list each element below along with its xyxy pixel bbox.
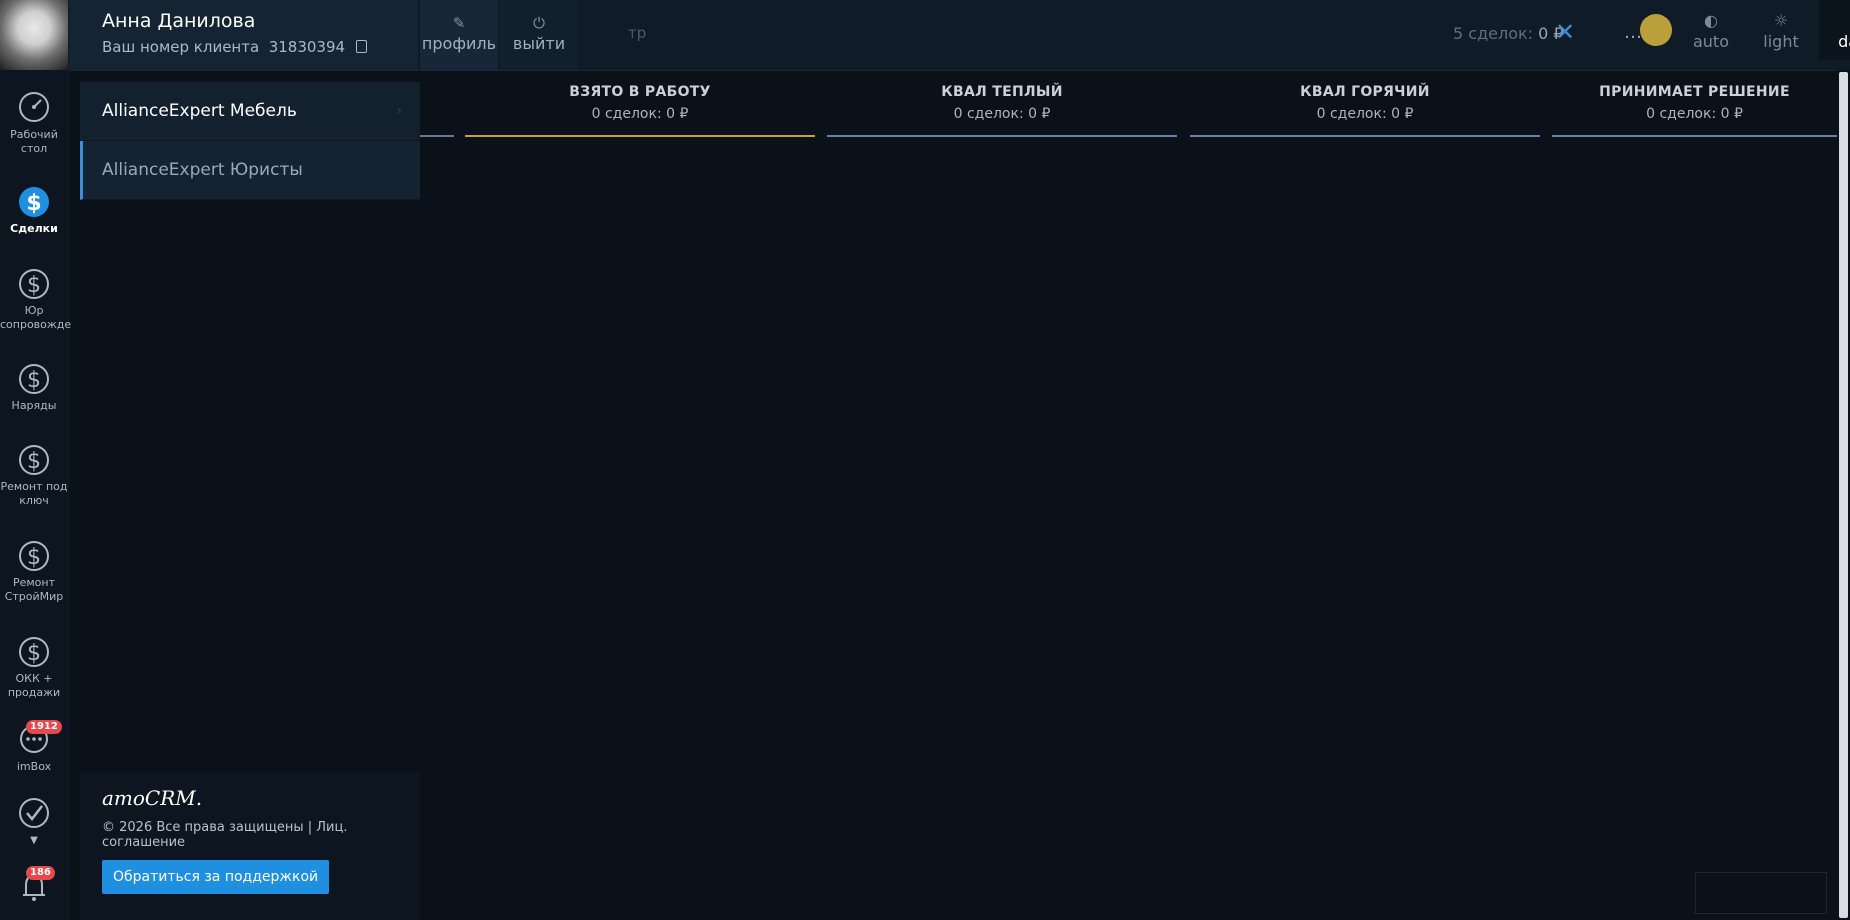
column-title: КВАЛ ТЕПЛЫЙ bbox=[941, 84, 1063, 100]
notifications-badge: 186 bbox=[26, 866, 55, 880]
svg-text:$: $ bbox=[27, 641, 41, 666]
nav-label-orders: Наряды bbox=[11, 399, 57, 412]
partial-column-bar bbox=[420, 135, 454, 137]
chevron-right-icon: › bbox=[396, 103, 402, 119]
power-icon: ⏻ bbox=[533, 14, 545, 32]
pipeline-dropdown: AllianceExpert Мебель › AllianceExpert Ю… bbox=[80, 82, 420, 200]
close-icon[interactable]: ✕ bbox=[1555, 20, 1575, 44]
user-name: Анна Данилова bbox=[102, 10, 256, 32]
nav-item-dashboard[interactable]: Рабочий стол bbox=[0, 90, 68, 156]
copy-icon[interactable] bbox=[355, 40, 367, 53]
column-summary: 0 сделок: 0 ₽ bbox=[591, 106, 689, 122]
profile-button[interactable]: ✎ профиль bbox=[420, 0, 498, 70]
support-button[interactable]: Обратиться за поддержкой bbox=[102, 860, 330, 894]
dollar-icon: $ bbox=[19, 637, 49, 667]
nav-item-turnkey[interactable]: $ Ремонт под ключ bbox=[0, 438, 68, 508]
cursor-highlight bbox=[1640, 14, 1672, 46]
nav-item-notifications[interactable]: 186 bbox=[0, 866, 68, 910]
amocrm-logo: amoCRM. bbox=[102, 786, 203, 810]
dropdown-item-yuristy[interactable]: AllianceExpert Юристы bbox=[80, 141, 420, 200]
tasks-check-icon bbox=[19, 798, 49, 828]
profile-button-label: профиль bbox=[421, 34, 497, 53]
pipeline-column-hot: КВАЛ ГОРЯЧИЙ 0 сделок: 0 ₽ bbox=[1190, 84, 1540, 137]
dropdown-item-mebel[interactable]: AllianceExpert Мебель › bbox=[80, 82, 420, 141]
pipeline-column-decision: ПРИНИМАЕТ РЕШЕНИЕ 0 сделок: 0 ₽ bbox=[1552, 84, 1837, 137]
sidebar-footer: amoCRM. © 2026 Все права защищены | Лиц.… bbox=[80, 772, 420, 920]
dollar-icon: $ bbox=[19, 364, 49, 394]
nav-label-okk: ОКК + продажи bbox=[7, 672, 61, 699]
nav-item-deals[interactable]: $ Сделки bbox=[0, 180, 68, 236]
svg-text:$: $ bbox=[27, 545, 41, 570]
scrollbar-thumb[interactable] bbox=[1839, 72, 1848, 918]
column-bar bbox=[1190, 135, 1540, 137]
nav-expand-arrow-icon[interactable]: ▼ bbox=[0, 834, 68, 848]
avatar[interactable] bbox=[0, 0, 68, 70]
column-bar bbox=[1552, 135, 1837, 137]
svg-text:$: $ bbox=[27, 449, 41, 474]
vertical-scrollbar[interactable] bbox=[1837, 70, 1850, 920]
dollar-icon: $ bbox=[19, 269, 49, 299]
nav-label-imbox: imBox bbox=[16, 760, 52, 773]
column-title: КВАЛ ГОРЯЧИЙ bbox=[1300, 84, 1430, 100]
svg-text:$: $ bbox=[27, 273, 41, 298]
pipeline-column-in-work: ВЗЯТО В РАБОТУ 0 сделок: 0 ₽ bbox=[465, 84, 815, 137]
theme-auto-label: auto bbox=[1692, 32, 1729, 51]
nav-item-orders[interactable]: $ Наряды bbox=[0, 357, 68, 413]
imbox-badge: 1912 bbox=[26, 720, 62, 734]
dollar-icon: $ bbox=[19, 541, 49, 571]
nav-label-legal: Юр сопровожде bbox=[0, 304, 72, 331]
client-number: 31830394 bbox=[268, 38, 346, 56]
column-summary: 0 сделок: 0 ₽ bbox=[1646, 106, 1743, 122]
pipeline-column-warm: КВАЛ ТЕПЛЫЙ 0 сделок: 0 ₽ bbox=[827, 84, 1177, 137]
dropdown-item-yuristy-label: AllianceExpert Юристы bbox=[102, 160, 303, 180]
svg-text:$: $ bbox=[27, 368, 41, 393]
logout-button-label: выйти bbox=[512, 34, 566, 53]
theme-dark-label: dark bbox=[1838, 32, 1850, 51]
left-nav: Рабочий стол $ Сделки $ Юр сопровожде $ … bbox=[0, 0, 72, 920]
deals-summary: 5 сделок: 0 ₽ bbox=[1453, 24, 1564, 43]
nav-item-stroymir[interactable]: $ Ремонт СтройМир bbox=[0, 534, 68, 604]
column-summary: 0 сделок: 0 ₽ bbox=[1316, 106, 1414, 122]
theme-light-button[interactable]: ☼ light bbox=[1744, 10, 1818, 51]
moon-icon: ☾ bbox=[1819, 10, 1850, 32]
copyright-text: © 2026 Все права защищены | Лиц. соглаше… bbox=[102, 820, 348, 850]
profile-panel: Анна Данилова Ваш номер клиента 31830394 bbox=[68, 0, 418, 70]
column-title: ПРИНИМАЕТ РЕШЕНИЕ bbox=[1599, 84, 1790, 100]
nav-item-okk[interactable]: $ ОКК + продажи bbox=[0, 630, 68, 700]
dashboard-icon bbox=[19, 92, 49, 122]
nav-label-turnkey: Ремонт под ключ bbox=[0, 480, 68, 507]
deals-count: 5 сделок: bbox=[1453, 24, 1534, 43]
nav-label-deals: Сделки bbox=[10, 222, 58, 235]
auto-theme-icon: ◐ bbox=[1704, 11, 1718, 30]
column-summary: 0 сделок: 0 ₽ bbox=[953, 106, 1051, 122]
column-title: ВЗЯТО В РАБОТУ bbox=[569, 84, 711, 100]
dollar-icon: $ bbox=[19, 445, 49, 475]
board-minimap[interactable] bbox=[1695, 872, 1827, 914]
nav-label-stroymir: Ремонт СтройМир bbox=[4, 576, 64, 603]
theme-dark-button[interactable]: ☾ dark bbox=[1819, 0, 1850, 60]
nav-item-imbox[interactable]: 1912 imBox bbox=[0, 720, 68, 774]
svg-text:$: $ bbox=[26, 191, 41, 216]
nav-item-legal[interactable]: $ Юр сопровожде bbox=[0, 262, 72, 332]
sun-icon: ☼ bbox=[1773, 11, 1789, 30]
column-bar bbox=[465, 135, 815, 137]
dropdown-item-mebel-label: AllianceExpert Мебель bbox=[102, 101, 297, 121]
pencil-icon: ✎ bbox=[452, 14, 466, 32]
search-placeholder[interactable]: тр bbox=[628, 24, 646, 42]
logout-button[interactable]: ⏻ выйти bbox=[500, 0, 578, 70]
theme-auto-button[interactable]: ◐ auto bbox=[1674, 10, 1748, 51]
nav-label-dashboard: Рабочий стол bbox=[10, 128, 58, 155]
client-number-row: Ваш номер клиента 31830394 bbox=[102, 38, 367, 56]
nav-item-tasks[interactable] bbox=[0, 796, 68, 834]
client-number-label: Ваш номер клиента bbox=[102, 38, 260, 56]
deals-icon: $ bbox=[19, 187, 49, 217]
theme-light-label: light bbox=[1763, 32, 1799, 51]
column-bar bbox=[827, 135, 1177, 137]
